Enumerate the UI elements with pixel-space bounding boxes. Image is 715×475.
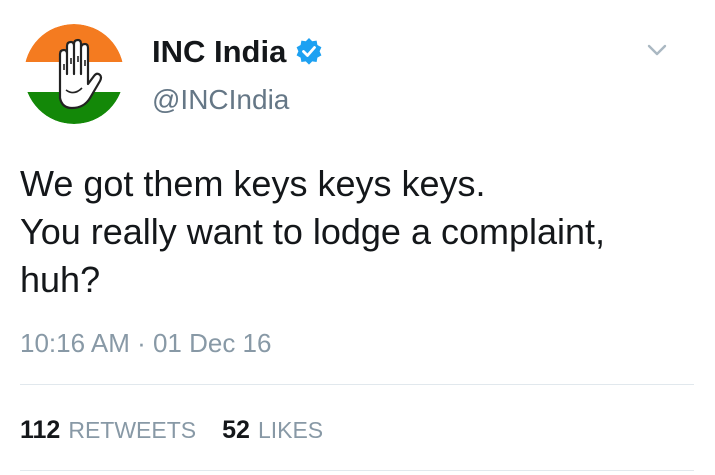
inc-hand-symbol-icon [24, 24, 124, 124]
divider [20, 384, 694, 385]
likes-count: 52 [222, 416, 250, 444]
retweets-stat[interactable]: 112 RETWEETS [20, 413, 196, 447]
tweet-card: INC India @INCIndia We got them keys key… [0, 0, 715, 475]
tweet-text-line: You really want to lodge a complaint, [20, 211, 606, 252]
tweet-timestamp[interactable]: 10:16 AM · 01 Dec 16 [20, 326, 271, 360]
retweets-label: RETWEETS [68, 417, 197, 443]
avatar[interactable] [24, 24, 124, 124]
display-name-text: INC India [152, 34, 287, 69]
tweet-stats: 112 RETWEETS 52 LIKES [20, 413, 323, 447]
tweet-text-line: huh? [20, 259, 101, 300]
divider [20, 470, 694, 471]
verified-badge-icon [294, 37, 324, 67]
user-handle[interactable]: @INCIndia [152, 82, 289, 118]
tweet-text-line: We got them keys keys keys. [20, 163, 486, 204]
likes-stat[interactable]: 52 LIKES [222, 413, 323, 447]
chevron-down-icon[interactable] [643, 36, 671, 64]
likes-label: LIKES [257, 417, 324, 443]
tweet-text: We got them keys keys keys. You really w… [20, 160, 700, 304]
retweets-count: 112 [20, 416, 61, 444]
display-name[interactable]: INC India [152, 32, 324, 72]
